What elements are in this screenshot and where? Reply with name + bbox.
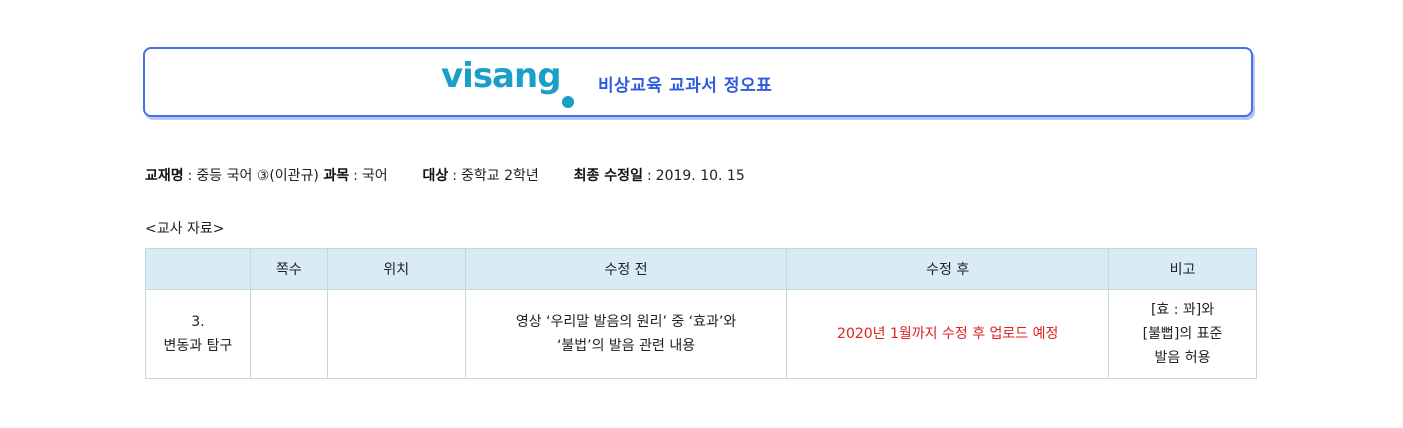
target-value: 중학교 2학년 <box>461 168 539 184</box>
header-unit <box>145 248 251 290</box>
subject-label: 과목 <box>323 168 350 184</box>
header-after: 수정 후 <box>786 248 1110 290</box>
subject-value: 국어 <box>361 168 388 184</box>
header-page: 쪽수 <box>249 248 328 290</box>
textbook-label: 교재명 <box>145 168 184 184</box>
document-meta: 교재명: 중등 국어 ③(이관규) 과목: 국어 대상: 중학교 2학년 최종 수정일… <box>145 168 745 184</box>
section-title: <교사 자료> <box>145 221 225 237</box>
revised-date-value: 2019. 10. 15 <box>655 168 745 184</box>
svg-text:visang: visang <box>441 57 561 96</box>
revised-date-label: 최종 수정일 <box>573 168 643 184</box>
banner-title: 비상교육 교과서 정오표 <box>598 76 773 96</box>
cell-before: 영상 ‘우리말 발음의 원리’ 중 ‘효과’와 ‘불법’의 발음 관련 내용 <box>464 289 788 379</box>
errata-table: 쪽수 위치 수정 전 수정 후 비고 3. 변동과 탐구 영상 ‘우리말 발음의… <box>145 248 1257 379</box>
cell-note: [효 : 꽈]와 [불뻡]의 표준 발음 허용 <box>1108 289 1257 379</box>
header-location: 위치 <box>326 248 466 290</box>
cell-location <box>326 289 466 379</box>
visang-logo: visang <box>441 57 574 108</box>
title-banner: visang 비상교육 교과서 정오표 <box>143 47 1253 117</box>
header-note: 비고 <box>1108 248 1257 290</box>
table-header-row: 쪽수 위치 수정 전 수정 후 비고 <box>145 248 1257 290</box>
table-row: 3. 변동과 탐구 영상 ‘우리말 발음의 원리’ 중 ‘효과’와 ‘불법’의 … <box>145 289 1257 379</box>
header-before: 수정 전 <box>464 248 788 290</box>
cell-unit: 3. 변동과 탐구 <box>145 289 251 379</box>
target-label: 대상 <box>422 168 449 184</box>
textbook-value: 중등 국어 ③(이관규) <box>196 168 319 184</box>
cell-page <box>249 289 328 379</box>
cell-after: 2020년 1월까지 수정 후 업로드 예정 <box>786 289 1110 379</box>
